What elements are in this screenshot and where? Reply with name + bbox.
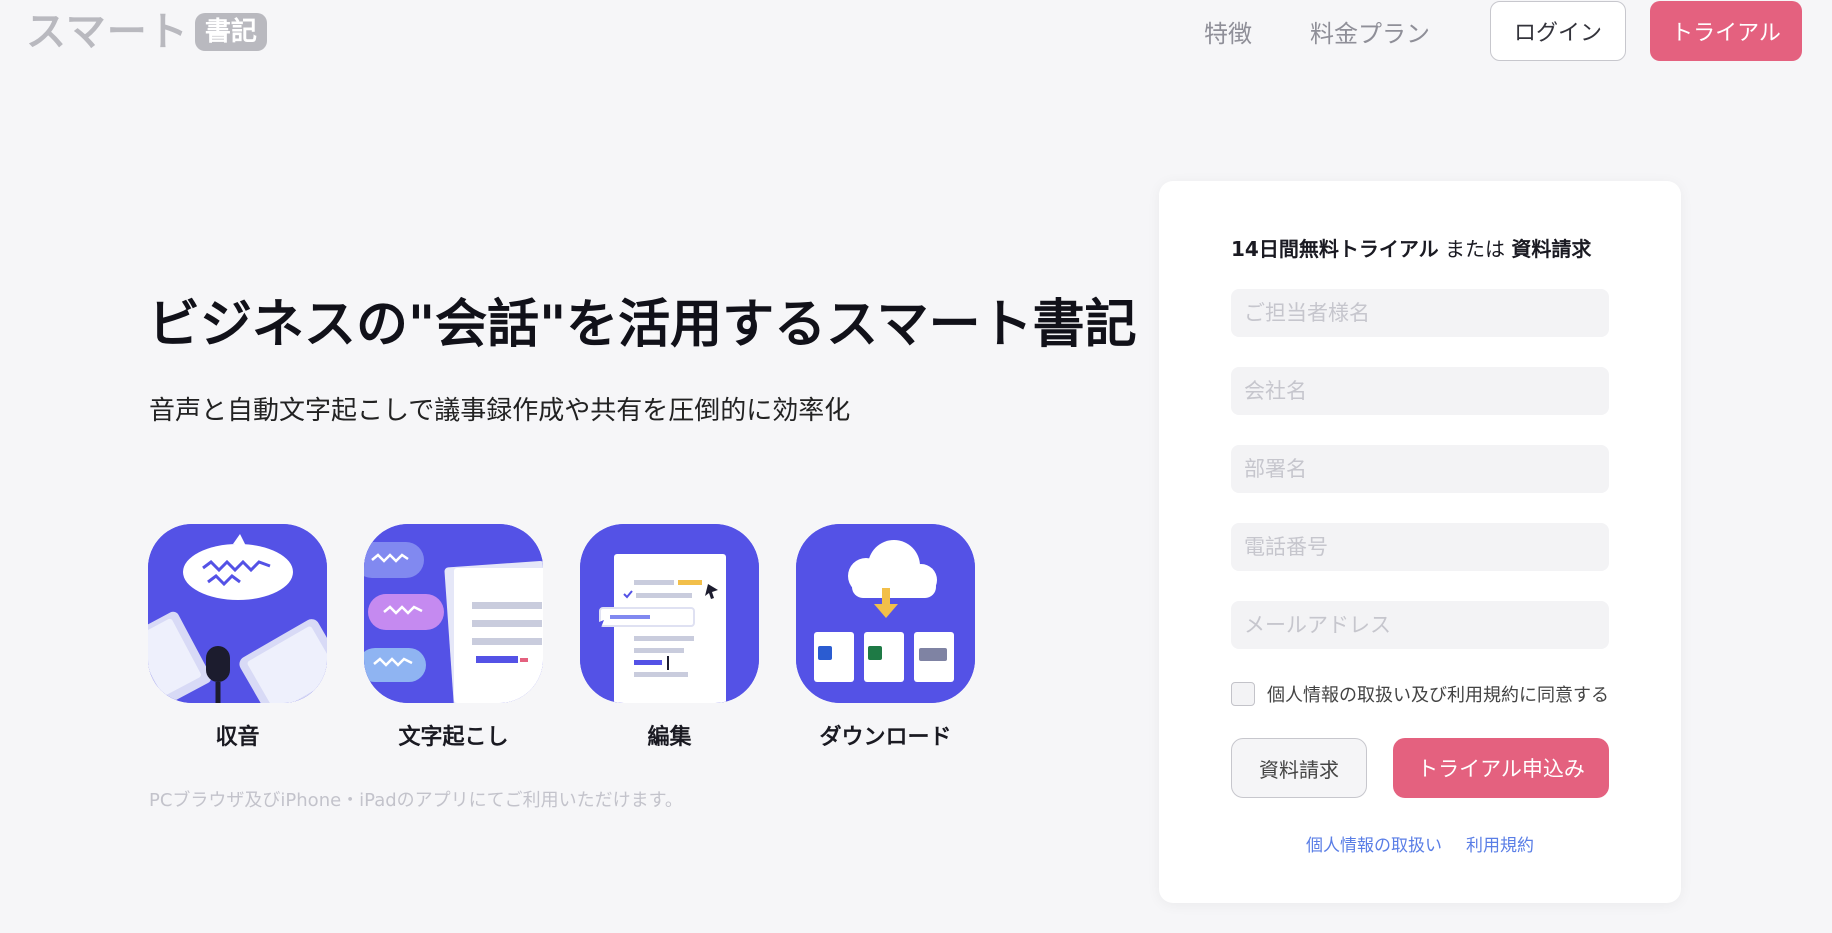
feature-label: 収音 (215, 725, 260, 750)
microphone-icon (148, 524, 327, 703)
feature-recording: 収音 (148, 524, 327, 751)
trial-button[interactable]: トライアル (1650, 1, 1802, 61)
transcription-icon (364, 524, 543, 703)
signup-form-card: 14日間無料トライアル または 資料請求 個人情報の取扱い及び利用規約に同意する… (1159, 181, 1681, 903)
privacy-link[interactable]: 個人情報の取扱い (1306, 831, 1442, 856)
nav-link-features[interactable]: 特徴 (1204, 14, 1252, 49)
agree-label[interactable]: 個人情報の取扱い及び利用規約に同意する (1267, 681, 1609, 707)
logo[interactable]: スマート 書記 (26, 10, 267, 54)
feature-label: 編集 (647, 725, 692, 750)
login-button[interactable]: ログイン (1490, 1, 1626, 61)
name-field[interactable] (1231, 289, 1609, 337)
apply-trial-button[interactable]: トライアル申込み (1393, 738, 1609, 798)
availability-note: PCブラウザ及びiPhone・iPadのアプリにてご利用いただけます。 (149, 790, 683, 811)
department-field[interactable] (1231, 445, 1609, 493)
request-document-button[interactable]: 資料請求 (1231, 738, 1367, 798)
agree-checkbox[interactable] (1231, 682, 1255, 706)
company-field[interactable] (1231, 367, 1609, 415)
form-title-or: または (1438, 237, 1512, 261)
feature-label: 文字起こし (398, 725, 509, 750)
edit-document-icon (580, 524, 759, 703)
top-nav: 特徴 料金プラン ログイン トライアル (1204, 0, 1802, 62)
feature-transcription: 文字起こし (364, 524, 543, 751)
form-title-trial: 14日間無料トライアル (1231, 237, 1439, 261)
email-field[interactable] (1231, 601, 1609, 649)
feature-list: 収音 文字起こし 編集 ダウンロード (148, 524, 975, 751)
hero-title: ビジネスの"会話"を活用するスマート書記 (148, 295, 1137, 355)
agree-row: 個人情報の取扱い及び利用規約に同意する (1231, 681, 1609, 707)
logo-badge: 書記 (194, 13, 267, 51)
phone-field[interactable] (1231, 523, 1609, 571)
form-title-doc: 資料請求 (1511, 237, 1592, 261)
footer-links: 個人情報の取扱い 利用規約 (1159, 831, 1681, 856)
cloud-download-icon (796, 524, 975, 703)
feature-download: ダウンロード (796, 524, 975, 751)
feature-edit: 編集 (580, 524, 759, 751)
page: スマート 書記 特徴 料金プラン ログイン トライアル ビジネスの"会話"を活用… (0, 0, 1832, 933)
terms-link[interactable]: 利用規約 (1466, 831, 1534, 856)
feature-label: ダウンロード (819, 725, 952, 750)
form-title: 14日間無料トライアル または 資料請求 (1231, 233, 1591, 262)
logo-text: スマート (26, 9, 189, 55)
hero-subtitle: 音声と自動文字起こしで議事録作成や共有を圧倒的に効率化 (149, 396, 851, 426)
nav-link-pricing[interactable]: 料金プラン (1310, 14, 1430, 49)
